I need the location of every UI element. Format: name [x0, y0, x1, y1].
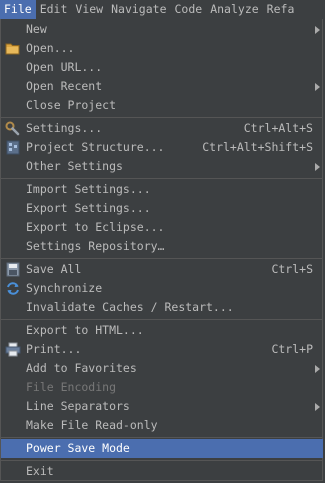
folder-icon [5, 41, 21, 56]
menu-separator [1, 117, 323, 118]
menu-item-label: Close Project [26, 98, 117, 112]
menu-item-new[interactable]: New [1, 20, 323, 39]
printer-icon [5, 342, 21, 357]
submenu-arrow-icon [315, 403, 320, 411]
synchronize-icon [5, 281, 21, 296]
menu-item-other-settings[interactable]: Other Settings [1, 157, 323, 176]
submenu-arrow-icon [315, 83, 320, 91]
menu-item-close-project[interactable]: Close Project [1, 96, 323, 115]
menu-item-label: Print... [26, 342, 82, 356]
menu-item-exit[interactable]: Exit [1, 462, 323, 481]
shortcut-label: Ctrl+S [271, 262, 313, 276]
menu-item-open-url[interactable]: Open URL... [1, 58, 323, 77]
menu-item-label: Add to Favorites [26, 361, 137, 375]
menu-item-label: Project Structure... [26, 140, 165, 154]
menu-item-label: Export Settings... [26, 201, 151, 215]
menu-item-label: Open Recent [26, 79, 103, 93]
menu-separator [1, 460, 323, 461]
menu-code[interactable]: Code [171, 0, 207, 19]
menu-item-label: Line Separators [26, 399, 130, 413]
menu-view[interactable]: View [71, 0, 107, 19]
menu-item-label: Open... [26, 41, 75, 55]
menu-bar: File Edit View Navigate Code Analyze Ref… [0, 0, 325, 19]
menu-item-file-encoding: File Encoding [1, 378, 323, 397]
menu-item-export-to-eclipse[interactable]: Export to Eclipse... [1, 218, 323, 237]
menu-item-label: Export to HTML... [26, 323, 144, 337]
shortcut-label: Ctrl+Alt+Shift+S [202, 140, 313, 154]
menu-item-export-to-html[interactable]: Export to HTML... [1, 321, 323, 340]
menu-separator [1, 319, 323, 320]
menu-separator [1, 178, 323, 179]
settings-wrench-icon [5, 121, 21, 136]
menu-item-label: File Encoding [26, 380, 117, 394]
save-icon [5, 262, 21, 277]
menu-item-label: Make File Read-only [26, 418, 158, 432]
menu-item-label: Export to Eclipse... [26, 220, 165, 234]
menu-item-synchronize[interactable]: Synchronize [1, 279, 323, 298]
menu-item-label: Synchronize [26, 281, 103, 295]
menu-item-import-settings[interactable]: Import Settings... [1, 180, 323, 199]
menu-item-settings[interactable]: Settings... Ctrl+Alt+S [1, 119, 323, 138]
menu-item-label: Settings... [26, 121, 103, 135]
menu-item-open-recent[interactable]: Open Recent [1, 77, 323, 96]
submenu-arrow-icon [315, 163, 320, 171]
menu-item-label: Other Settings [26, 159, 123, 173]
menu-edit[interactable]: Edit [36, 0, 72, 19]
file-menu-dropdown: New Open... Open URL... Open Recent Clos… [0, 19, 323, 481]
menu-item-add-to-favorites[interactable]: Add to Favorites [1, 359, 323, 378]
menu-item-save-all[interactable]: Save All Ctrl+S [1, 260, 323, 279]
submenu-arrow-icon [315, 26, 320, 34]
project-structure-icon [5, 140, 21, 155]
menu-item-label: Exit [26, 464, 54, 478]
menu-item-invalidate-caches[interactable]: Invalidate Caches / Restart... [1, 298, 323, 317]
menu-separator [1, 437, 323, 438]
shortcut-label: Ctrl+Alt+S [243, 121, 313, 135]
menu-item-export-settings[interactable]: Export Settings... [1, 199, 323, 218]
menu-item-label: Power Save Mode [26, 441, 130, 455]
menu-navigate[interactable]: Navigate [107, 0, 170, 19]
menu-item-print[interactable]: Print... Ctrl+P [1, 340, 323, 359]
menu-item-label: Open URL... [26, 60, 103, 74]
menu-item-make-read-only[interactable]: Make File Read-only [1, 416, 323, 435]
menu-item-project-structure[interactable]: Project Structure... Ctrl+Alt+Shift+S [1, 138, 323, 157]
menu-item-line-separators[interactable]: Line Separators [1, 397, 323, 416]
menu-separator [1, 258, 323, 259]
menu-item-settings-repository[interactable]: Settings Repository… [1, 237, 323, 256]
menu-item-label: Import Settings... [26, 182, 151, 196]
menu-item-label: Invalidate Caches / Restart... [26, 300, 234, 314]
menu-refactor[interactable]: Refa [263, 0, 299, 19]
menu-item-label: New [26, 22, 47, 36]
menu-item-open[interactable]: Open... [1, 39, 323, 58]
menu-item-label: Save All [26, 262, 82, 276]
menu-file[interactable]: File [0, 0, 36, 19]
submenu-arrow-icon [315, 365, 320, 373]
menu-analyze[interactable]: Analyze [206, 0, 262, 19]
shortcut-label: Ctrl+P [271, 342, 313, 356]
menu-item-power-save-mode[interactable]: Power Save Mode [1, 439, 323, 458]
menu-item-label: Settings Repository… [26, 239, 165, 253]
